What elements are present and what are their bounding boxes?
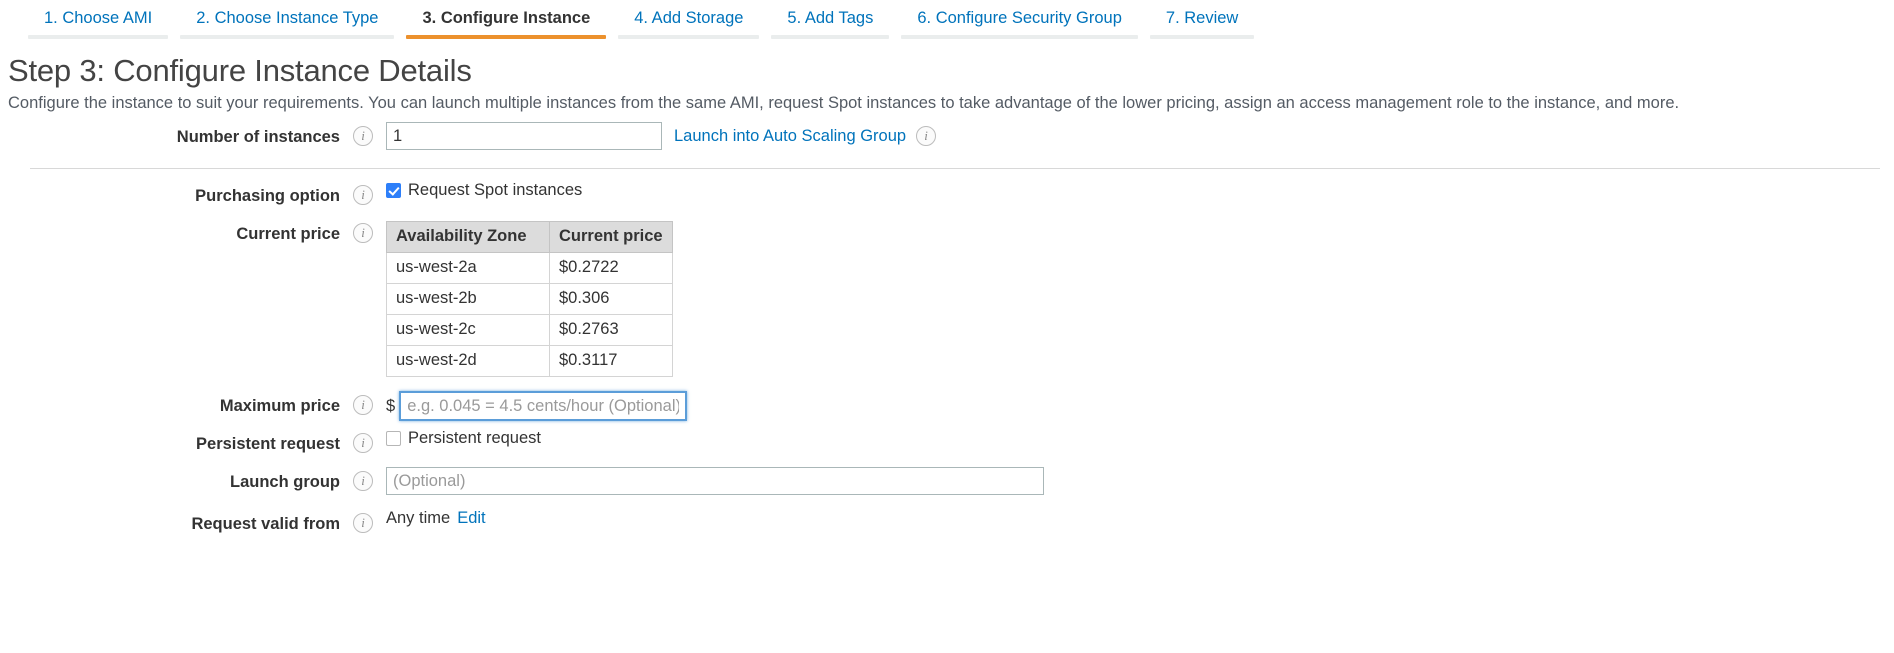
row-maximum-price: Maximum price i $ <box>0 389 1894 425</box>
page-heading: Step 3: Configure Instance Details Confi… <box>0 44 1894 114</box>
page-subtitle: Configure the instance to suit your requ… <box>8 92 1864 114</box>
request-valid-from-edit-link[interactable]: Edit <box>457 509 485 528</box>
info-icon[interactable]: i <box>916 126 936 146</box>
info-icon[interactable]: i <box>353 395 373 415</box>
table-row: us-west-2d $0.3117 <box>387 346 673 377</box>
cell-availability-zone: us-west-2a <box>387 253 550 284</box>
checkbox-label: Request Spot instances <box>408 181 582 200</box>
current-price-table: Availability Zone Current price us-west-… <box>386 221 673 377</box>
wizard-tab-label: 6. Configure Security Group <box>901 0 1138 35</box>
cell-availability-zone: us-west-2d <box>387 346 550 377</box>
wizard-tab-label: 2. Choose Instance Type <box>180 0 394 35</box>
label-request-valid-from: Request valid from <box>0 507 340 535</box>
wizard-tab-underline <box>901 35 1138 39</box>
info-icon[interactable]: i <box>353 185 373 205</box>
currency-prefix: $ <box>386 397 395 416</box>
table-row: us-west-2c $0.2763 <box>387 315 673 346</box>
label-current-price: Current price <box>0 217 340 245</box>
wizard-tab-label: 5. Add Tags <box>771 0 889 35</box>
label-maximum-price: Maximum price <box>0 389 340 417</box>
wizard-tab-underline <box>771 35 889 39</box>
info-icon[interactable]: i <box>353 433 373 453</box>
section-divider <box>30 168 1880 169</box>
wizard-tab-underline <box>1150 35 1254 39</box>
info-icon[interactable]: i <box>353 471 373 491</box>
wizard-tab-choose-instance-type[interactable]: 2. Choose Instance Type <box>180 0 394 39</box>
wizard-tab-underline <box>618 35 759 39</box>
wizard-tab-configure-security-group[interactable]: 6. Configure Security Group <box>901 0 1138 39</box>
info-icon[interactable]: i <box>353 223 373 243</box>
table-row: us-west-2b $0.306 <box>387 284 673 315</box>
info-icon[interactable]: i <box>353 126 373 146</box>
label-purchasing-option: Purchasing option <box>0 179 340 207</box>
wizard-tab-underline <box>28 35 168 39</box>
wizard-tab-underline-active <box>406 35 606 39</box>
number-of-instances-input[interactable] <box>386 122 662 150</box>
page-title: Step 3: Configure Instance Details <box>8 52 1864 90</box>
row-persistent-request: Persistent request i Persistent request <box>0 427 1894 463</box>
wizard-tab-label: 4. Add Storage <box>618 0 759 35</box>
column-header-availability-zone: Availability Zone <box>387 222 550 253</box>
cell-current-price: $0.2722 <box>550 253 673 284</box>
wizard-tab-configure-instance[interactable]: 3. Configure Instance <box>406 0 606 39</box>
row-request-valid-from: Request valid from i Any time Edit <box>0 507 1894 543</box>
checkbox-box-unchecked[interactable] <box>386 431 401 446</box>
persistent-request-checkbox[interactable]: Persistent request <box>386 429 541 448</box>
wizard-tab-label: 3. Configure Instance <box>406 0 606 35</box>
cell-current-price: $0.306 <box>550 284 673 315</box>
maximum-price-input[interactable] <box>399 391 687 421</box>
launch-into-auto-scaling-group-link[interactable]: Launch into Auto Scaling Group <box>674 127 906 146</box>
table-row: us-west-2a $0.2722 <box>387 253 673 284</box>
table-header-row: Availability Zone Current price <box>387 222 673 253</box>
cell-current-price: $0.2763 <box>550 315 673 346</box>
wizard-tab-label: 1. Choose AMI <box>28 0 168 35</box>
request-spot-instances-checkbox[interactable]: Request Spot instances <box>386 181 582 200</box>
launch-group-input[interactable] <box>386 467 1044 495</box>
wizard-tab-strip: 1. Choose AMI 2. Choose Instance Type 3.… <box>0 0 1894 44</box>
cell-availability-zone: us-west-2c <box>387 315 550 346</box>
wizard-tab-label: 7. Review <box>1150 0 1254 35</box>
info-icon[interactable]: i <box>353 513 373 533</box>
wizard-tab-underline <box>180 35 394 39</box>
label-launch-group: Launch group <box>0 465 340 493</box>
row-launch-group: Launch group i <box>0 465 1894 501</box>
wizard-tab-review[interactable]: 7. Review <box>1150 0 1254 39</box>
row-number-of-instances: Number of instances i Launch into Auto S… <box>0 120 1894 156</box>
request-valid-from-value: Any time <box>386 509 450 528</box>
label-number-of-instances: Number of instances <box>0 120 340 148</box>
wizard-tab-add-storage[interactable]: 4. Add Storage <box>618 0 759 39</box>
row-purchasing-option: Purchasing option i Request Spot instanc… <box>0 179 1894 215</box>
column-header-current-price: Current price <box>550 222 673 253</box>
label-persistent-request: Persistent request <box>0 427 340 455</box>
checkbox-box-checked[interactable] <box>386 183 401 198</box>
configure-instance-form: Number of instances i Launch into Auto S… <box>0 114 1894 543</box>
wizard-tab-add-tags[interactable]: 5. Add Tags <box>771 0 889 39</box>
row-current-price: Current price i Availability Zone Curren… <box>0 217 1894 377</box>
wizard-tab-choose-ami[interactable]: 1. Choose AMI <box>28 0 168 39</box>
cell-current-price: $0.3117 <box>550 346 673 377</box>
cell-availability-zone: us-west-2b <box>387 284 550 315</box>
checkbox-label: Persistent request <box>408 429 541 448</box>
